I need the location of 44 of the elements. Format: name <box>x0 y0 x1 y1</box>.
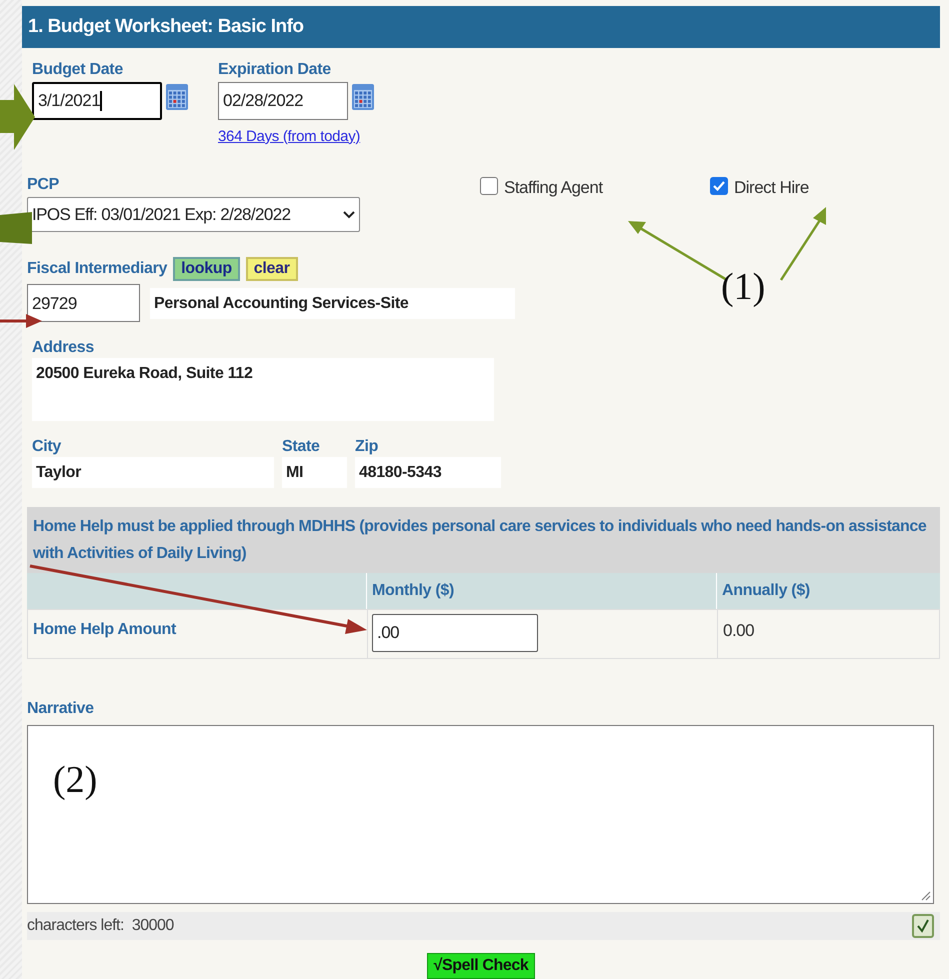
field-label: Budget Date <box>32 60 124 80</box>
info-banner: Home Help must be applied through MDHHS (provides personal care services to individuals who need hands-on assistance with Activities of Daily Living) <box>27 507 940 574</box>
lookup-button[interactable]: lookup <box>173 257 240 282</box>
date-field[interactable]: 3/1/2021 <box>32 82 162 120</box>
readonly-field: Personal Accounting Services-Site <box>150 288 515 319</box>
annotation-label: (1) <box>721 265 766 309</box>
date-field[interactable]: 02/28/2022 <box>218 82 348 120</box>
checkmark-icon[interactable] <box>912 914 934 938</box>
readonly-field: MI <box>282 457 347 488</box>
table-cell: 0.00 <box>717 610 939 658</box>
annotation-label: (2) <box>53 758 98 802</box>
readonly-field: Taylor <box>32 457 274 488</box>
readonly-field: 48180-5343 <box>355 457 501 488</box>
calendar-icon[interactable] <box>352 84 374 110</box>
checkbox-label: Staffing Agent <box>504 177 603 200</box>
field-label: Zip <box>355 437 380 458</box>
days-link[interactable]: 364 Days (from today) <box>218 126 374 148</box>
field-label: Address <box>32 338 95 358</box>
annotation-arrow <box>0 84 35 150</box>
annotation-arrow <box>0 212 32 244</box>
resize-handle-icon <box>919 889 931 902</box>
row-label: Home Help Amount <box>33 621 176 638</box>
checkbox-label: Direct Hire <box>734 177 809 200</box>
spell-check-button[interactable]: √Spell Check <box>426 953 536 979</box>
readonly-field: 20500 Eureka Road, Suite 112 <box>32 358 494 422</box>
section-header: 1. Budget Worksheet: Basic Info <box>22 6 940 48</box>
field-label: Expiration Date <box>218 60 332 80</box>
monthly-amount-field[interactable]: .00 <box>372 614 538 652</box>
field-label: State <box>282 437 321 458</box>
checkbox[interactable] <box>710 177 728 196</box>
column-header: Annually ($) <box>716 573 940 610</box>
checkbox[interactable] <box>480 177 498 196</box>
pcp-select[interactable]: IPOS Eff: 03/01/2021 Exp: 2/28/2022 <box>27 197 360 232</box>
clear-button[interactable]: clear <box>246 257 298 282</box>
field-label: Narrative <box>27 699 95 720</box>
field-label: Fiscal Intermediary <box>27 259 168 280</box>
field-label: City <box>32 437 62 458</box>
chevron-down-icon <box>343 210 355 219</box>
column-header: Monthly ($) <box>366 573 716 610</box>
calendar-icon[interactable] <box>166 84 188 110</box>
characters-left-text: characters left: 30000 <box>27 916 174 936</box>
code-field[interactable]: 29729 <box>27 284 140 322</box>
annotation-arrow <box>0 314 42 328</box>
field-label: PCP <box>27 175 60 196</box>
